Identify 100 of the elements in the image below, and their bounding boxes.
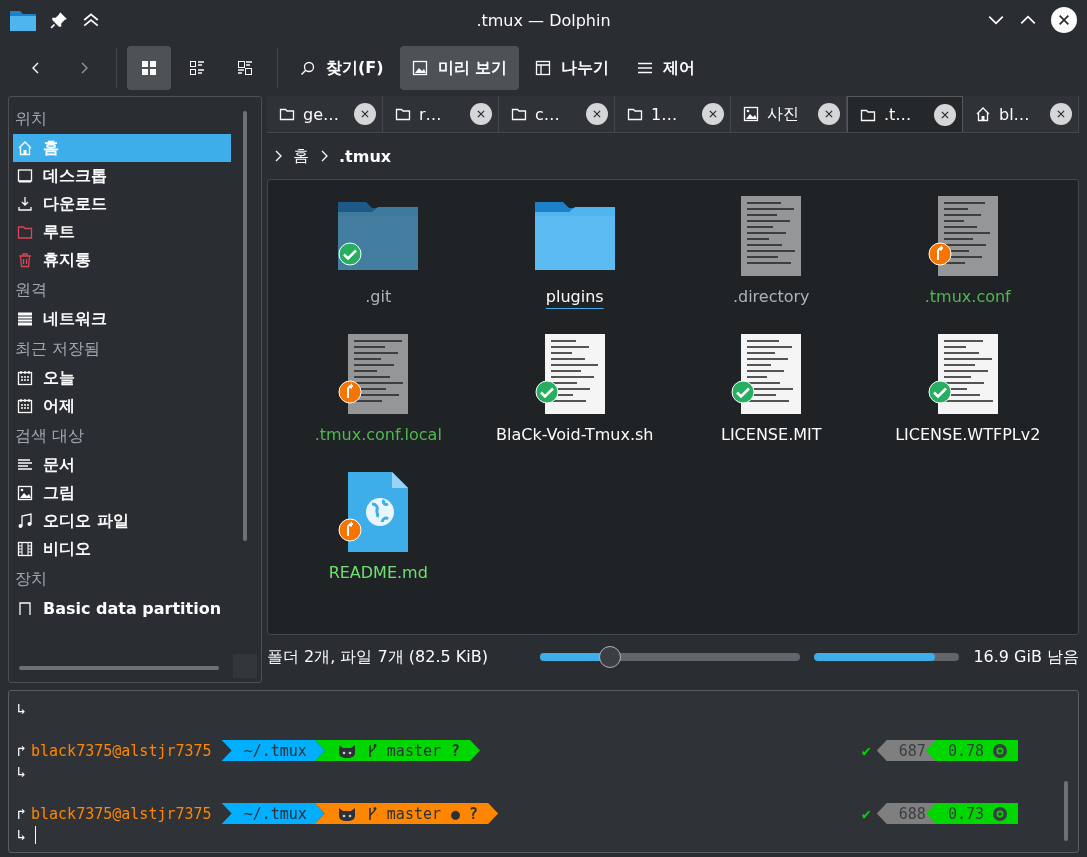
sidebar-item[interactable]: 비디오 bbox=[13, 535, 231, 563]
root-icon bbox=[17, 224, 33, 240]
file-name[interactable]: README.md bbox=[328, 556, 428, 584]
close-tab-button[interactable] bbox=[702, 103, 724, 125]
cat-icon bbox=[336, 742, 357, 759]
file-name[interactable]: .tmux.conf bbox=[924, 280, 1011, 308]
chevron-icon bbox=[319, 150, 329, 162]
git-flags: ● ? bbox=[451, 804, 479, 823]
details-icon bbox=[189, 60, 205, 76]
desktop-icon bbox=[17, 168, 33, 184]
home-icon bbox=[17, 140, 33, 156]
window-title: .tmux — Dolphin bbox=[475, 10, 612, 30]
document-icon bbox=[17, 457, 33, 473]
audio-icon bbox=[17, 513, 33, 529]
preview-icon bbox=[411, 60, 428, 76]
sidebar-item[interactable]: 그림 bbox=[13, 479, 231, 507]
git-flags: ? bbox=[451, 741, 461, 760]
prompt-arrow: ↳ bbox=[17, 699, 28, 718]
drive-icon bbox=[17, 600, 33, 616]
tab[interactable]: .t… bbox=[847, 96, 963, 132]
status-text: 폴더 2개, 파일 7개 (82.5 KiB) bbox=[267, 646, 489, 668]
breadcrumb-item[interactable]: 홈 bbox=[293, 145, 309, 167]
file-name[interactable]: .tmux.conf.local bbox=[314, 418, 442, 446]
breadcrumb-item[interactable]: .tmux bbox=[339, 146, 392, 166]
keep-above-icon[interactable] bbox=[82, 11, 100, 29]
tab[interactable]: bl… bbox=[963, 96, 1079, 132]
close-icon bbox=[824, 109, 834, 119]
scrollbar[interactable] bbox=[243, 111, 247, 541]
load-value: 0.73 bbox=[947, 804, 984, 823]
sidebar-item[interactable]: Basic data partition bbox=[13, 594, 231, 622]
free-space-text: 16.9 GiB 남음 bbox=[973, 646, 1079, 668]
sidebar-item[interactable]: 오디오 파일 bbox=[13, 507, 231, 535]
section-title: 검색 대상 bbox=[14, 425, 86, 447]
status-check: ✔ bbox=[861, 804, 871, 823]
terminal-panel[interactable]: ↳ ↱ black7375@alstjr7375 ~/.tmux master ? ✔ 687 0.78 ↳ ↱ black7375@alstjr7375 ~/.tmux master ● ? ✔ 688 0.73 ↳ bbox=[8, 690, 1079, 853]
download-icon bbox=[17, 196, 33, 212]
close-tab-button[interactable] bbox=[586, 103, 608, 125]
sidebar-item[interactable]: 다운로드 bbox=[13, 190, 231, 218]
toolbar-button[interactable]: 미리 보기 bbox=[399, 46, 520, 90]
sidebar-item[interactable]: 오늘 bbox=[13, 364, 231, 392]
branch-icon bbox=[366, 742, 377, 759]
section-title: 위치 bbox=[14, 108, 48, 130]
file-name[interactable]: LICENSE.WTFPLv2 bbox=[895, 418, 1041, 446]
close-icon bbox=[476, 109, 486, 119]
prompt-arrow: ↳ bbox=[17, 762, 28, 781]
file-name[interactable]: BlaCk-Void-Tmux.sh bbox=[496, 418, 654, 446]
sidebar-item[interactable]: 문서 bbox=[13, 451, 231, 479]
tab[interactable]: c… bbox=[499, 96, 615, 132]
trash-icon bbox=[17, 252, 33, 268]
close-icon bbox=[592, 109, 602, 119]
tab[interactable]: ge… bbox=[267, 96, 383, 132]
file-name[interactable]: plugins bbox=[545, 280, 604, 308]
view-mode-button[interactable] bbox=[127, 46, 171, 90]
scrollbar[interactable] bbox=[19, 666, 219, 670]
status-check: ✔ bbox=[861, 741, 871, 760]
sidebar-item[interactable]: 루트 bbox=[13, 218, 231, 246]
file-name[interactable]: .directory bbox=[732, 280, 810, 308]
close-tab-button[interactable] bbox=[1050, 103, 1072, 125]
sidebar-item[interactable]: 데스크톱 bbox=[13, 162, 231, 190]
image-icon bbox=[743, 106, 759, 122]
branch-icon bbox=[366, 805, 377, 822]
menu-icon bbox=[637, 60, 654, 76]
folder-icon bbox=[279, 106, 295, 122]
close-button[interactable] bbox=[1051, 7, 1077, 33]
slider-handle[interactable] bbox=[598, 646, 621, 668]
tab[interactable]: r… bbox=[383, 96, 499, 132]
file-name[interactable]: LICENSE.MIT bbox=[721, 418, 822, 446]
sidebar-item[interactable]: 휴지통 bbox=[13, 246, 231, 274]
file-name[interactable]: .git bbox=[365, 280, 392, 308]
sidebar-item[interactable]: 네트워크 bbox=[13, 305, 231, 333]
folder-icon bbox=[627, 106, 643, 122]
close-icon bbox=[360, 109, 370, 119]
close-tab-button[interactable] bbox=[818, 103, 840, 125]
close-tab-button[interactable] bbox=[934, 103, 956, 126]
prompt-arrow: ↱ bbox=[17, 804, 28, 823]
close-icon bbox=[940, 109, 950, 120]
close-tab-button[interactable] bbox=[354, 103, 376, 125]
tab[interactable]: 1… bbox=[615, 96, 731, 132]
pin-icon[interactable] bbox=[50, 11, 68, 29]
ring-icon bbox=[992, 805, 1008, 822]
image-icon bbox=[17, 485, 33, 501]
sidebar-item[interactable]: 어제 bbox=[13, 392, 231, 420]
toolbar-button[interactable]: 나누기 bbox=[523, 46, 622, 90]
user-host: black7375@alstjr7375 bbox=[31, 804, 212, 823]
calendar-icon bbox=[17, 398, 33, 414]
toolbar-button[interactable]: 제어 bbox=[625, 46, 708, 90]
folder-icon bbox=[511, 106, 527, 122]
scrollbar[interactable] bbox=[1064, 781, 1068, 841]
search-icon bbox=[300, 60, 316, 76]
section-title: 장치 bbox=[14, 568, 48, 590]
tab[interactable]: 사진 bbox=[731, 96, 847, 132]
icons-icon bbox=[141, 60, 157, 76]
close-icon bbox=[708, 109, 718, 119]
directory-segment: ~/.tmux bbox=[221, 740, 325, 761]
zoom-slider[interactable] bbox=[539, 646, 801, 668]
branch-name: master bbox=[386, 804, 442, 823]
prompt-arrow: ↳ bbox=[17, 825, 28, 844]
close-tab-button[interactable] bbox=[470, 103, 492, 125]
toolbar-button[interactable]: 찾기(F) bbox=[288, 46, 396, 90]
folder-icon[interactable] bbox=[10, 9, 36, 31]
